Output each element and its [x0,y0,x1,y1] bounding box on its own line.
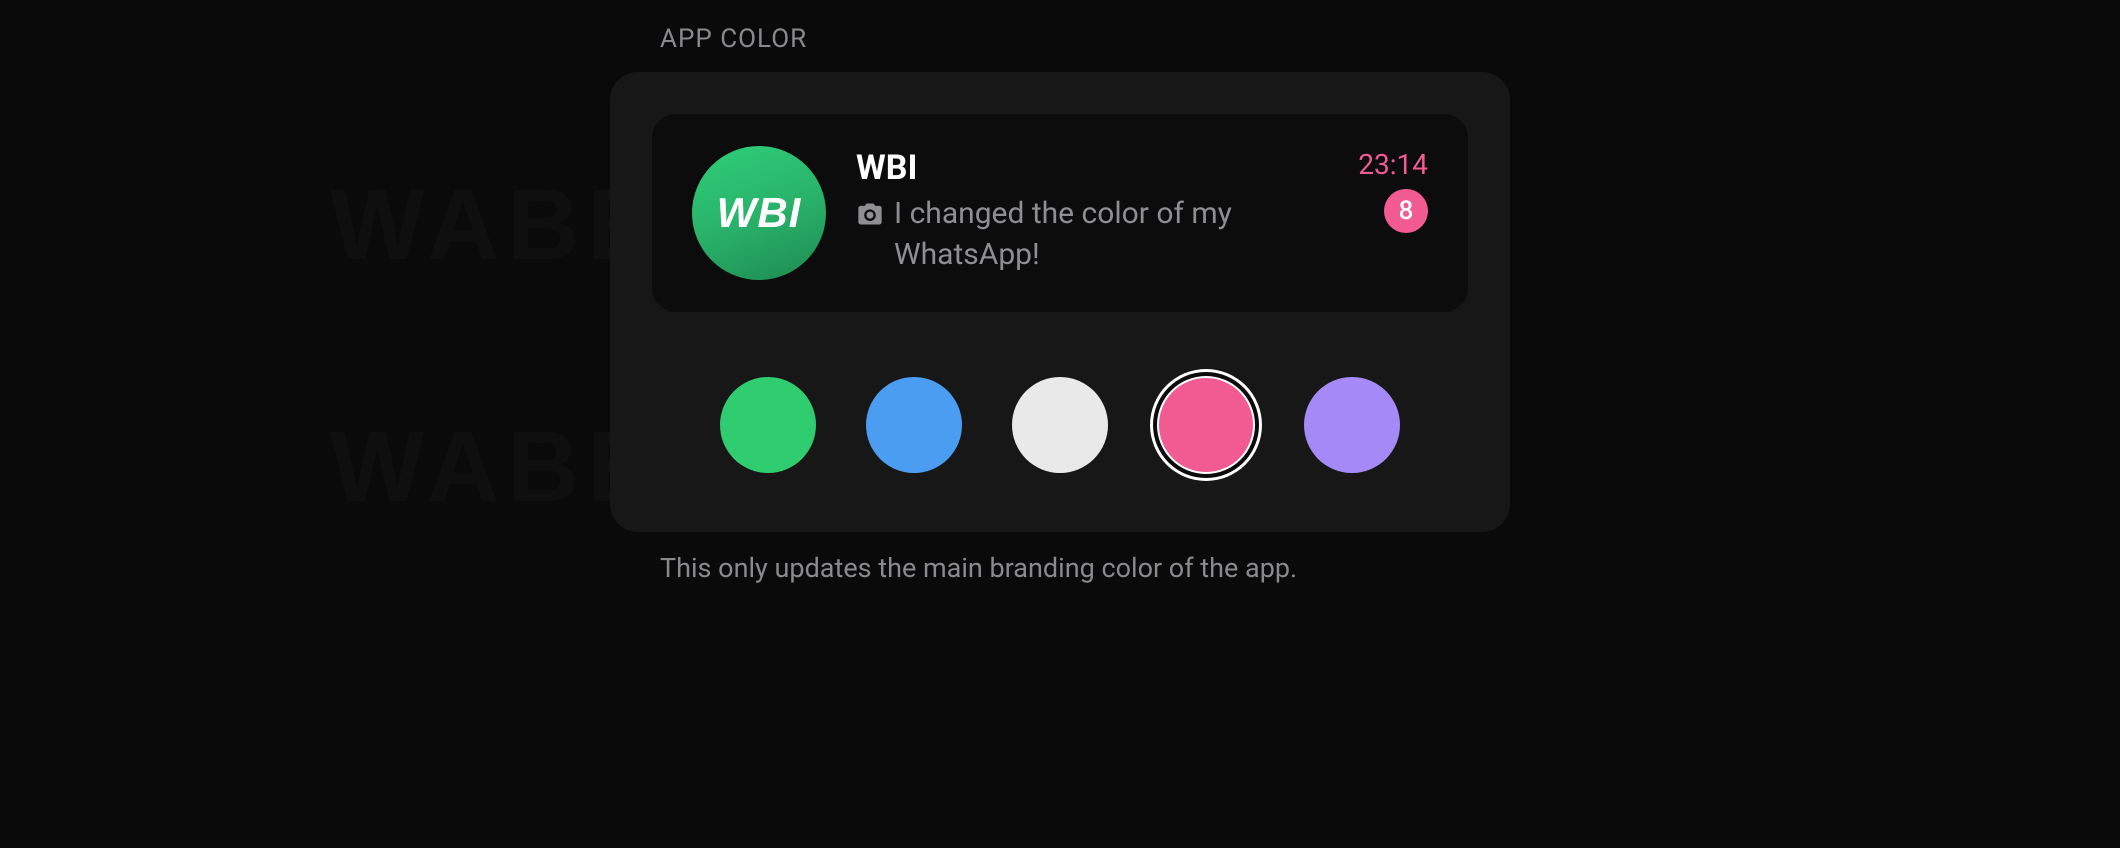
color-swatch-purple[interactable] [1299,372,1405,478]
chat-preview: I changed the color of my WhatsApp! [856,194,1338,275]
chat-body: WBI I changed the color of my WhatsApp! … [856,146,1428,275]
swatch-dot [1159,378,1253,472]
swatch-dot [866,377,962,473]
color-swatches [652,372,1468,478]
timestamp: 23:14 [1358,148,1428,181]
chat-preview-text: I changed the color of my WhatsApp! [894,194,1338,275]
app-color-settings: APP COLOR WBI WBI I changed the color of… [610,24,1510,584]
avatar: WBI [692,146,826,280]
camera-icon [856,200,884,228]
chat-text: WBI I changed the color of my WhatsApp! [856,146,1338,275]
chat-preview-row[interactable]: WBI WBI I changed the color of my WhatsA… [652,114,1468,312]
settings-panel: WBI WBI I changed the color of my WhatsA… [610,72,1510,532]
color-swatch-pink[interactable] [1153,372,1259,478]
swatch-dot [720,377,816,473]
color-swatch-green[interactable] [715,372,821,478]
chat-title: WBI [856,148,1338,188]
section-header: APP COLOR [660,24,1510,54]
chat-meta: 23:14 8 [1358,146,1428,275]
swatch-dot [1304,377,1400,473]
swatch-dot [1012,377,1108,473]
section-footer: This only updates the main branding colo… [660,552,1510,584]
color-swatch-white[interactable] [1007,372,1113,478]
unread-badge: 8 [1384,189,1428,233]
color-swatch-blue[interactable] [861,372,967,478]
